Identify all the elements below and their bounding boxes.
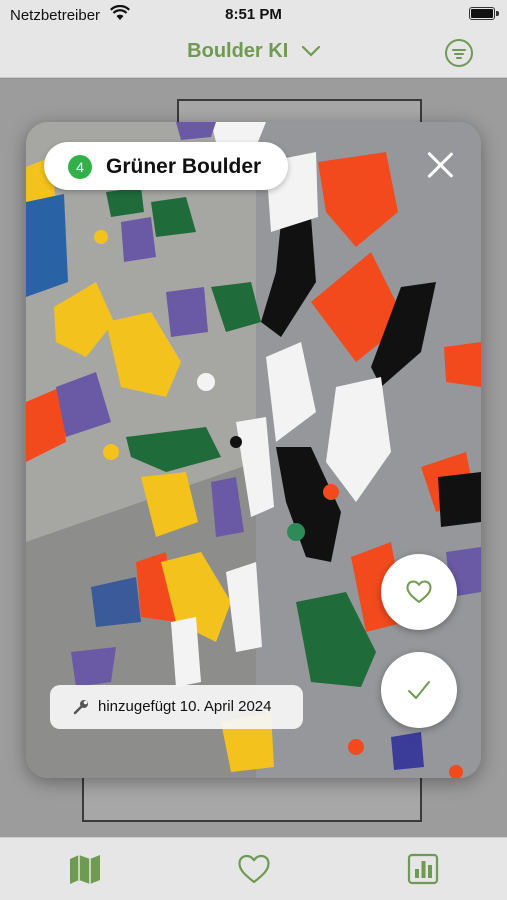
chevron-down-icon bbox=[301, 46, 320, 57]
heart-icon bbox=[238, 854, 270, 884]
route-name: Grüner Boulder bbox=[106, 155, 262, 178]
navigation-bar: Boulder KI bbox=[0, 30, 507, 78]
map-icon bbox=[70, 855, 100, 884]
mark-done-button[interactable] bbox=[381, 652, 457, 728]
tab-statistics[interactable] bbox=[406, 852, 440, 886]
stats-icon bbox=[407, 853, 439, 885]
gym-selector[interactable]: Boulder KI bbox=[0, 40, 507, 63]
route-card[interactable]: 4 Grüner Boulder hinzugefügt 10. April 2… bbox=[26, 122, 481, 778]
added-date-pill: hinzugefügt 10. April 2024 bbox=[50, 685, 303, 729]
wrench-icon bbox=[73, 700, 88, 715]
battery-icon bbox=[469, 7, 499, 20]
status-bar: Netzbetreiber 8:51 PM bbox=[0, 0, 507, 30]
filter-icon[interactable] bbox=[445, 39, 473, 67]
like-button[interactable] bbox=[381, 554, 457, 630]
close-icon[interactable] bbox=[425, 150, 455, 180]
map-bottom-section bbox=[82, 774, 422, 822]
tab-favorites[interactable] bbox=[237, 852, 271, 886]
checkmark-icon bbox=[408, 681, 430, 699]
heart-icon bbox=[406, 580, 432, 603]
clock: 8:51 PM bbox=[225, 6, 282, 23]
nav-title: Boulder KI bbox=[187, 40, 289, 62]
added-date-text: hinzugefügt 10. April 2024 bbox=[98, 698, 272, 715]
tab-bar bbox=[0, 837, 507, 900]
grade-badge: 4 bbox=[68, 155, 92, 179]
route-name-pill: 4 Grüner Boulder bbox=[44, 142, 288, 190]
tab-map[interactable] bbox=[68, 852, 102, 886]
